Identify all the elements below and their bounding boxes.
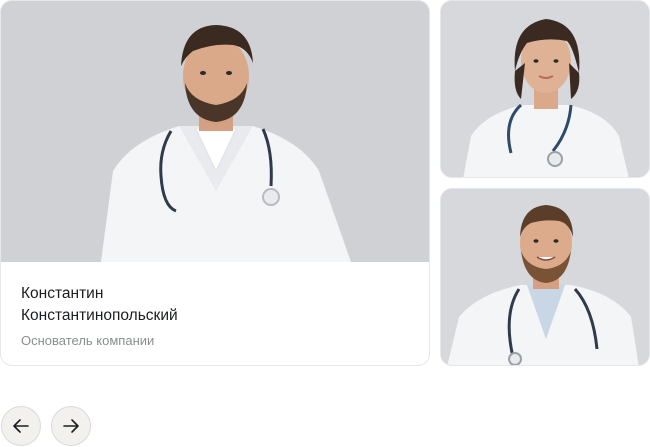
doctor-card-female[interactable] bbox=[440, 0, 650, 178]
featured-doctor-photo bbox=[1, 1, 429, 262]
featured-doctor-card[interactable]: Константин Константинопольский Основател… bbox=[0, 0, 430, 366]
arrow-right-icon bbox=[63, 419, 79, 433]
female-doctor-photo bbox=[441, 1, 649, 177]
featured-doctor-info: Константин Константинопольский Основател… bbox=[21, 283, 409, 350]
doctor-name-last: Константинопольский bbox=[21, 307, 178, 324]
next-button[interactable] bbox=[51, 406, 91, 446]
arrow-left-icon bbox=[13, 419, 29, 433]
smiling-male-doctor-photo bbox=[441, 189, 649, 365]
doctor-role: Основатель компании bbox=[21, 333, 155, 348]
doctor-name-first: Константин bbox=[21, 285, 104, 302]
team-carousel: Константин Константинопольский Основател… bbox=[0, 0, 650, 447]
prev-button[interactable] bbox=[1, 406, 41, 446]
doctor-card-male[interactable] bbox=[440, 188, 650, 366]
